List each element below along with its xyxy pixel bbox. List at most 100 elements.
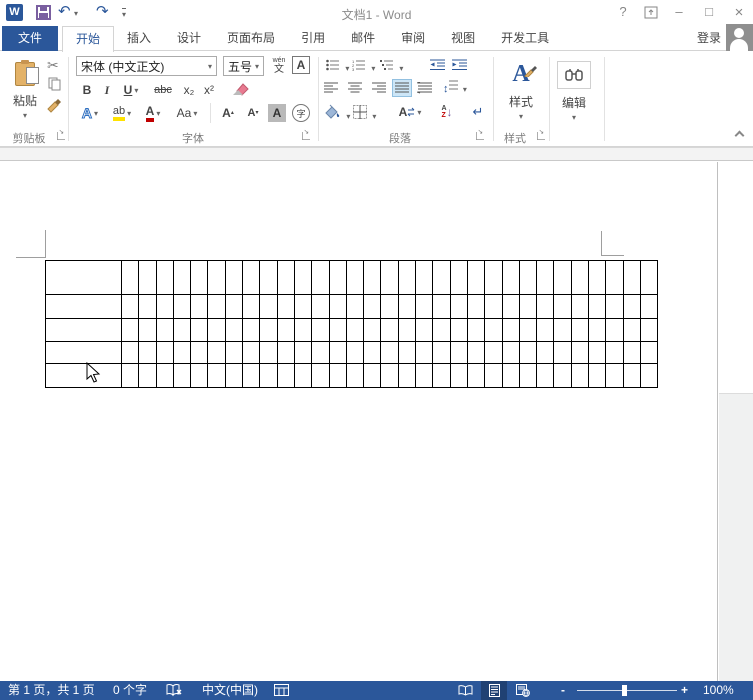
table-cell[interactable] xyxy=(570,318,590,342)
table-cell[interactable] xyxy=(45,294,122,319)
line-spacing-icon[interactable]: ↕ xyxy=(443,80,467,95)
table-cell[interactable] xyxy=(155,363,174,388)
table-cell[interactable] xyxy=(311,318,330,342)
font-size-dropdown-icon[interactable]: ▾ xyxy=(255,62,259,71)
align-right-icon[interactable] xyxy=(372,82,386,94)
zoom-slider-track[interactable] xyxy=(577,690,677,691)
paragraph-dialog-launcher-icon[interactable] xyxy=(476,128,484,140)
table-cell[interactable] xyxy=(155,318,174,342)
table-cell[interactable] xyxy=(397,294,417,319)
numbering-icon[interactable]: 123 xyxy=(352,59,375,74)
table-cell[interactable] xyxy=(259,341,278,364)
table-cell[interactable] xyxy=(570,341,590,364)
font-name-dropdown-icon[interactable]: ▾ xyxy=(208,62,212,71)
table-cell[interactable] xyxy=(622,318,641,342)
table-cell[interactable] xyxy=(259,260,278,295)
table-cell[interactable] xyxy=(415,341,434,364)
table-cell[interactable] xyxy=(622,341,641,364)
table-cell[interactable] xyxy=(259,294,278,319)
table-cell[interactable] xyxy=(45,260,122,295)
table-cell[interactable] xyxy=(518,341,538,364)
table-cell[interactable] xyxy=(449,294,468,319)
asian-layout-button[interactable]: A xyxy=(396,103,424,121)
table-cell[interactable] xyxy=(259,318,278,342)
editing-button[interactable]: 编辑 ▾ xyxy=(554,56,594,126)
table-cell[interactable] xyxy=(224,294,244,319)
table-cell[interactable] xyxy=(466,294,486,319)
tab-邮件[interactable]: 邮件 xyxy=(338,26,388,51)
table-cell[interactable] xyxy=(224,341,244,364)
align-left-icon[interactable] xyxy=(324,82,338,94)
table-cell[interactable] xyxy=(588,341,607,364)
table-cell[interactable] xyxy=(380,341,399,364)
table-cell[interactable] xyxy=(449,260,468,295)
table-cell[interactable] xyxy=(311,260,330,295)
sign-in-link[interactable]: 登录 xyxy=(697,26,721,51)
table-cell[interactable] xyxy=(380,260,399,295)
table-cell[interactable] xyxy=(466,341,486,364)
multilevel-list-icon[interactable] xyxy=(380,59,403,74)
vertical-scrollbar[interactable] xyxy=(719,162,753,681)
word-count[interactable]: 0 个字 xyxy=(113,681,147,700)
paste-dropdown-icon[interactable]: ▾ xyxy=(23,111,27,120)
table-cell[interactable] xyxy=(242,260,261,295)
table-cell[interactable] xyxy=(276,294,295,319)
proofing-icon[interactable] xyxy=(166,684,183,697)
italic-button[interactable]: I xyxy=(100,81,114,99)
table-cell[interactable] xyxy=(536,260,555,295)
table-cell[interactable] xyxy=(639,318,659,342)
table-cell[interactable] xyxy=(224,260,244,295)
decrease-indent-icon[interactable] xyxy=(430,59,445,71)
table-cell[interactable] xyxy=(518,363,538,388)
bold-button[interactable]: B xyxy=(79,81,95,99)
table-cell[interactable] xyxy=(570,260,590,295)
paste-button[interactable]: 粘贴 ▾ xyxy=(6,56,44,126)
table-cell[interactable] xyxy=(501,260,520,295)
table-cell[interactable] xyxy=(345,318,365,342)
format-painter-icon[interactable] xyxy=(46,97,62,113)
table-cell[interactable] xyxy=(466,363,486,388)
table-cell[interactable] xyxy=(363,341,382,364)
table-cell[interactable] xyxy=(138,294,157,319)
ribbon-display-options-icon[interactable] xyxy=(640,4,662,19)
table-cell[interactable] xyxy=(190,341,209,364)
table-cell[interactable] xyxy=(328,294,347,319)
shrink-font-button[interactable]: A ▾ xyxy=(242,103,264,123)
table-cell[interactable] xyxy=(484,318,503,342)
zoom-slider-thumb[interactable] xyxy=(622,685,627,696)
grow-font-button[interactable]: A ▴ xyxy=(217,103,239,123)
enclose-characters-button[interactable]: 字 xyxy=(292,104,310,122)
table-cell[interactable] xyxy=(328,260,347,295)
table-cell[interactable] xyxy=(276,341,295,364)
table-cell[interactable] xyxy=(588,363,607,388)
table-cell[interactable] xyxy=(605,318,624,342)
text-effects-button[interactable]: A xyxy=(77,103,103,123)
table-cell[interactable] xyxy=(328,363,347,388)
justify-icon[interactable] xyxy=(392,79,412,97)
table-cell[interactable] xyxy=(242,363,261,388)
strikethrough-button[interactable]: abc xyxy=(150,81,176,99)
font-name-combo[interactable]: 宋体 (中文正文) ▾ xyxy=(76,56,217,76)
tab-审阅[interactable]: 审阅 xyxy=(388,26,438,51)
table-cell[interactable] xyxy=(242,294,261,319)
table-cell[interactable] xyxy=(207,341,226,364)
table-cell[interactable] xyxy=(224,363,244,388)
table-cell[interactable] xyxy=(415,294,434,319)
table-cell[interactable] xyxy=(432,363,451,388)
table-cell[interactable] xyxy=(172,260,192,295)
clipboard-dialog-launcher-icon[interactable] xyxy=(57,128,65,140)
table-cell[interactable] xyxy=(328,341,347,364)
table-cell[interactable] xyxy=(276,363,295,388)
close-icon[interactable]: × xyxy=(728,4,750,21)
table-cell[interactable] xyxy=(276,318,295,342)
table-cell[interactable] xyxy=(190,318,209,342)
tab-file[interactable]: 文件 xyxy=(2,26,58,51)
table-cell[interactable] xyxy=(311,294,330,319)
table-cell[interactable] xyxy=(622,363,641,388)
table-cell[interactable] xyxy=(553,260,572,295)
table-cell[interactable] xyxy=(293,363,313,388)
read-mode-icon[interactable] xyxy=(452,681,478,700)
table-cell[interactable] xyxy=(639,363,659,388)
table-cell[interactable] xyxy=(207,294,226,319)
maximize-icon[interactable]: □ xyxy=(698,4,720,19)
